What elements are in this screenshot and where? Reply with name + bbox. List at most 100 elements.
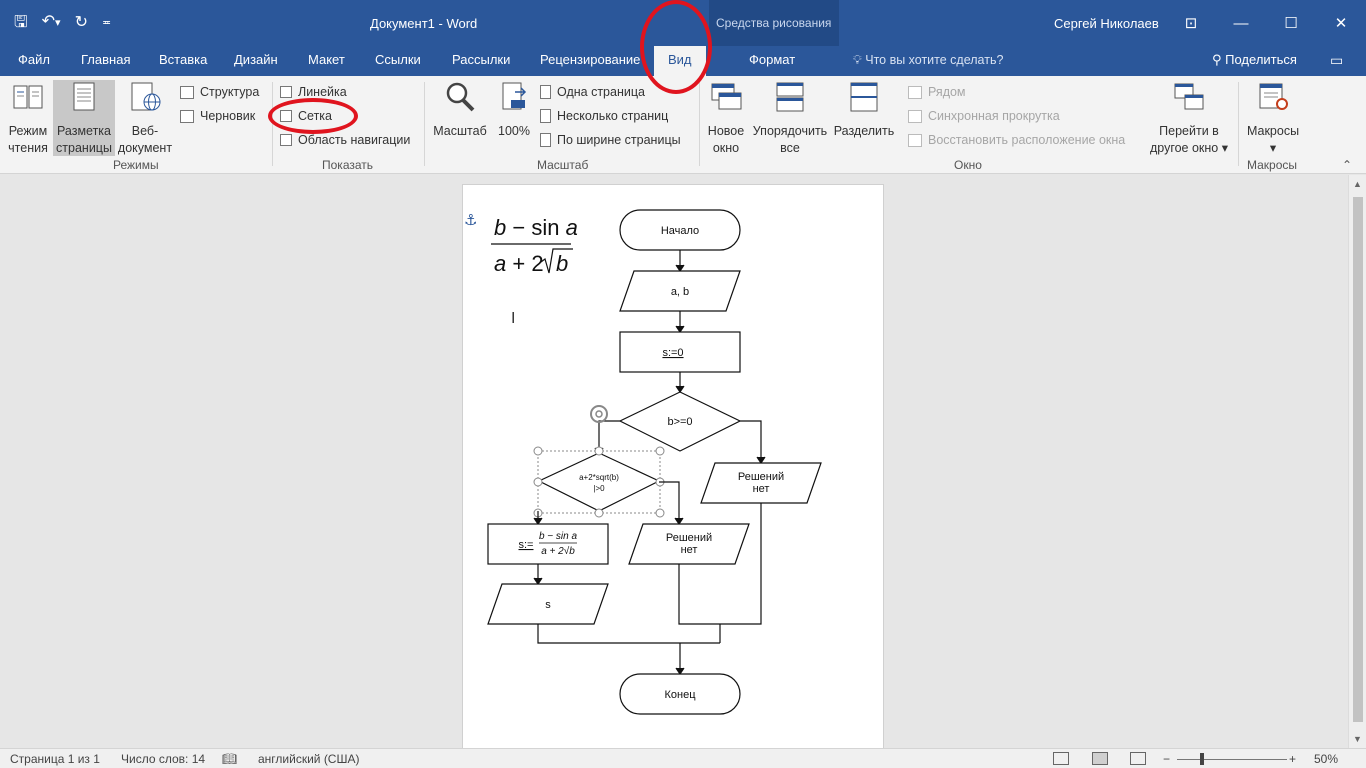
tab-home[interactable]: Главная xyxy=(81,46,130,76)
comments-icon[interactable]: ▭ xyxy=(1330,52,1343,69)
flow-start-label: Начало xyxy=(661,225,699,237)
tab-references[interactable]: Ссылки xyxy=(375,46,421,76)
reset-window-position-button[interactable]: Восстановить расположение окна xyxy=(908,130,1125,150)
scroll-down-icon[interactable]: ▼ xyxy=(1353,734,1362,744)
flow-cond1-label: b>=0 xyxy=(667,416,692,428)
macros-button[interactable]: Макросы ▾ xyxy=(1242,80,1304,157)
outline-icon xyxy=(180,85,194,99)
draft-icon xyxy=(180,109,194,123)
tab-mailings[interactable]: Рассылки xyxy=(452,46,510,76)
document-page[interactable]: ⚓︎ b − sin a a + 2 b I Начало a, b s:=0 … xyxy=(462,184,884,748)
print-layout-icon xyxy=(73,82,95,111)
tab-view[interactable]: Вид xyxy=(654,46,706,76)
flow-compute-numerator: b − sin a xyxy=(539,531,578,542)
navigation-pane-checkbox[interactable]: Область навигации xyxy=(280,130,410,150)
rotate-handle-icon[interactable] xyxy=(590,405,608,423)
nav-pane-check-icon xyxy=(280,134,292,146)
tab-layout[interactable]: Макет xyxy=(308,46,345,76)
draft-button[interactable]: Черновик xyxy=(180,106,255,126)
undo-icon[interactable]: ↶▾ xyxy=(42,12,61,33)
user-name[interactable]: Сергей Николаев xyxy=(1054,16,1159,31)
group-separator xyxy=(424,82,425,166)
read-mode-button[interactable]: Режим чтения xyxy=(4,80,52,157)
sync-scroll-icon xyxy=(908,109,922,123)
switch-windows-button[interactable]: Перейти в другое окно ▾ xyxy=(1146,80,1232,157)
new-window-button[interactable]: Новое окно xyxy=(704,80,748,157)
web-layout-button[interactable]: Веб-документ xyxy=(116,80,174,157)
zoom-in-button[interactable]: + xyxy=(1289,752,1296,766)
split-button[interactable]: Разделить xyxy=(832,80,896,140)
flow-input-label: a, b xyxy=(671,286,689,298)
vertical-scrollbar[interactable]: ▲ ▼ xyxy=(1348,175,1366,748)
arrange-all-button[interactable]: Упорядочить все xyxy=(750,80,830,157)
flow-output-label: s xyxy=(545,599,551,611)
tab-design[interactable]: Дизайн xyxy=(234,46,278,76)
scroll-up-icon[interactable]: ▲ xyxy=(1353,179,1362,189)
zoom-slider-track[interactable] xyxy=(1177,759,1287,760)
gridlines-checkbox[interactable]: Сетка xyxy=(280,106,332,126)
word-count[interactable]: Число слов: 14 xyxy=(121,752,205,766)
lightbulb-icon: 💡︎ xyxy=(853,53,866,67)
redo-icon[interactable]: ↻ xyxy=(75,13,88,33)
collapse-ribbon-icon[interactable]: ⌃ xyxy=(1342,158,1352,172)
zoom-slider-thumb[interactable] xyxy=(1200,753,1204,765)
zoom-100-button[interactable]: 100% xyxy=(494,80,534,140)
customize-qat-icon[interactable]: ≖ xyxy=(102,13,111,33)
tab-format[interactable]: Формат xyxy=(749,46,795,76)
print-layout-button[interactable]: Разметка страницы xyxy=(53,80,115,156)
zoom-out-button[interactable]: − xyxy=(1163,752,1170,766)
outline-button[interactable]: Структура xyxy=(180,82,259,102)
one-page-button[interactable]: Одна страница xyxy=(540,82,645,102)
page-count[interactable]: Страница 1 из 1 xyxy=(10,752,100,766)
undo-dropdown-icon[interactable]: ▾ xyxy=(55,17,61,29)
flow-compute-shape[interactable] xyxy=(487,523,609,565)
tab-review[interactable]: Рецензирование xyxy=(540,46,640,76)
flow-compute-denominator: a + 2√b xyxy=(541,545,575,557)
maximize-button[interactable]: ☐ xyxy=(1266,0,1316,46)
zoom-100-icon xyxy=(502,82,527,110)
multiple-pages-button[interactable]: Несколько страниц xyxy=(540,106,668,126)
formula[interactable]: b − sin a a + 2 b xyxy=(491,215,578,276)
flow-cond2-label-line1: a+2*sqrt(b) xyxy=(579,473,619,482)
web-layout-view-icon[interactable] xyxy=(1130,752,1146,765)
formula-num-a: a xyxy=(566,215,578,240)
view-side-by-side-button[interactable]: Рядом xyxy=(908,82,966,102)
save-icon[interactable]: 🖫 xyxy=(14,13,28,33)
ribbon-display-options-icon[interactable]: ⊡ xyxy=(1166,0,1216,46)
reset-position-icon xyxy=(908,133,922,147)
read-mode-view-icon[interactable] xyxy=(1053,752,1069,765)
new-window-icon xyxy=(711,83,742,110)
flow-compute-prefix: s:= xyxy=(519,539,534,551)
magnifier-icon xyxy=(446,82,475,112)
side-by-side-icon xyxy=(908,85,922,99)
formula-den-rest: + 2 xyxy=(512,251,543,276)
person-icon: ⚲ xyxy=(1212,52,1226,67)
tab-insert[interactable]: Вставка xyxy=(159,46,207,76)
flow-no-solution-mid-line2: нет xyxy=(681,544,698,556)
zoom-level[interactable]: 50% xyxy=(1314,752,1338,766)
document-title: Документ1 - Word xyxy=(370,16,478,31)
formula-den-a: a xyxy=(494,251,506,276)
print-layout-view-icon[interactable] xyxy=(1092,752,1108,765)
group-separator xyxy=(1238,82,1239,166)
one-page-icon xyxy=(540,85,551,99)
flowchart xyxy=(487,209,822,715)
flow-end-label: Конец xyxy=(664,689,696,701)
tab-file[interactable]: Файл xyxy=(18,46,50,76)
group-separator xyxy=(272,82,273,166)
formula-num-rest: − sin xyxy=(512,215,565,240)
tell-me-box[interactable]: 💡︎ Что вы хотите сделать? xyxy=(853,46,1003,76)
ruler-checkbox[interactable]: Линейка xyxy=(280,82,347,102)
scrollbar-thumb[interactable] xyxy=(1353,197,1363,722)
minimize-button[interactable]: — xyxy=(1216,0,1266,46)
text-cursor-icon: I xyxy=(511,310,515,327)
language-indicator[interactable]: английский (США) xyxy=(258,752,359,766)
synchronous-scrolling-button[interactable]: Синхронная прокрутка xyxy=(908,106,1060,126)
flow-cond2-shape[interactable] xyxy=(537,452,661,512)
share-button[interactable]: ⚲ Поделиться xyxy=(1212,46,1297,76)
close-button[interactable]: ✕ xyxy=(1316,0,1366,46)
formula-num-b: b xyxy=(494,215,506,240)
zoom-button[interactable]: Масштаб xyxy=(430,80,490,140)
page-width-button[interactable]: По ширине страницы xyxy=(540,130,681,150)
proofing-icon[interactable]: 📖︎ xyxy=(222,752,237,766)
